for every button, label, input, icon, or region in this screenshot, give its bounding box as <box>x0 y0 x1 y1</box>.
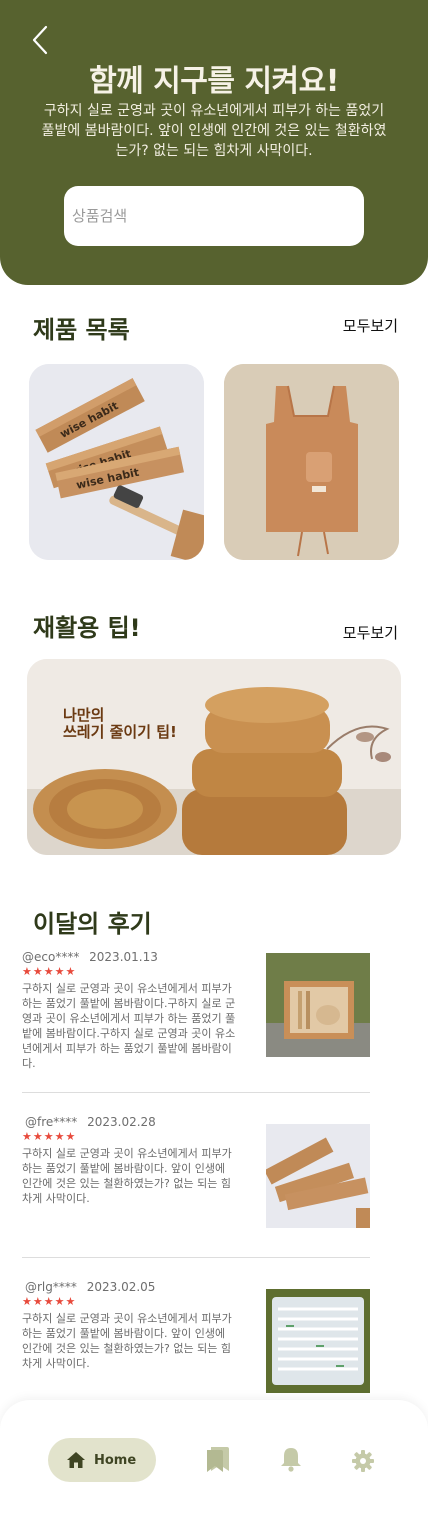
header-description: 구하지 실로 군영과 곳이 유소년에게서 피부가 하는 품었기 풀밭에 봄바람이… <box>41 103 387 159</box>
review-meta: @rlg**** 2023.02.05 <box>25 1280 161 1294</box>
bell-icon <box>281 1448 301 1472</box>
nav-bookmark-button[interactable] <box>205 1445 231 1477</box>
review-item[interactable]: @eco**** 2023.01.13 ★★★★★ 구하지 실로 군영과 곳이 … <box>22 950 370 1075</box>
review-photo[interactable] <box>266 1124 370 1228</box>
reviews-section-title: 이달의 후기 <box>33 910 152 938</box>
review-text: 구하지 실로 군영과 곳이 유소년에게서 피부가 하는 품었기 풀밭에 봄바람이… <box>22 982 236 1070</box>
review-stars: ★★★★★ <box>22 965 77 978</box>
settings-icon <box>352 1450 374 1472</box>
recycling-tip-banner[interactable]: 나만의 쓰레기 줄이기 팁! <box>27 659 401 855</box>
product-image-toothbrush: wise habit wise habit wise habit <box>29 364 204 560</box>
nav-notifications-button[interactable] <box>280 1446 302 1476</box>
tips-see-all-link[interactable]: 모두보기 <box>343 622 398 643</box>
review-meta: @eco**** 2023.01.13 <box>22 950 164 964</box>
bottom-navigation: Home <box>0 1400 428 1520</box>
tip-banner-line-1: 나만의 <box>63 706 105 724</box>
review-photo[interactable] <box>266 953 370 1057</box>
tip-banner-line-2: 쓰레기 줄이기 팁! <box>63 723 177 741</box>
review-date: 2023.02.05 <box>86 1280 156 1294</box>
products-see-all-link[interactable]: 모두보기 <box>343 315 398 336</box>
nav-home-label: Home <box>94 1452 137 1468</box>
divider <box>22 1092 370 1093</box>
product-card-tote-bag[interactable] <box>224 364 399 560</box>
review-user: @rlg**** <box>25 1280 77 1294</box>
search-input[interactable] <box>64 186 364 246</box>
nav-settings-button[interactable] <box>352 1450 374 1476</box>
nav-home-button[interactable]: Home <box>48 1438 156 1482</box>
review-stars: ★★★★★ <box>22 1295 77 1308</box>
review-user: @fre**** <box>25 1115 78 1129</box>
review-text: 구하지 실로 군영과 곳이 유소년에게서 피부가 하는 품었기 풀밭에 봄바람이… <box>22 1312 232 1370</box>
bookmark-icon <box>207 1447 229 1472</box>
review-item[interactable]: @fre**** 2023.02.28 ★★★★★ 구하지 실로 군영과 곳이 … <box>22 1115 370 1240</box>
review-user: @eco**** <box>22 950 80 964</box>
chevron-left-icon <box>32 25 48 55</box>
tip-banner-text: 나만의 쓰레기 줄이기 팁! <box>63 707 177 741</box>
product-image-tote-bag <box>224 364 399 560</box>
tips-section-title: 재활용 팁! <box>33 614 141 642</box>
review-item[interactable]: @rlg**** 2023.02.05 ★★★★★ 구하지 실로 군영과 곳이 … <box>22 1280 370 1395</box>
baskets-image <box>27 659 401 855</box>
products-section-title: 제품 목록 <box>33 316 130 344</box>
review-date: 2023.02.28 <box>87 1115 156 1129</box>
back-button[interactable] <box>24 22 56 58</box>
review-meta: @fre**** 2023.02.28 <box>25 1115 162 1129</box>
review-photo[interactable] <box>266 1289 370 1393</box>
product-card-toothbrush[interactable]: wise habit wise habit wise habit <box>29 364 204 560</box>
divider <box>22 1257 370 1258</box>
review-stars: ★★★★★ <box>22 1130 77 1143</box>
home-icon <box>67 1452 85 1468</box>
header: 함께 지구를 지켜요! 구하지 실로 군영과 곳이 유소년에게서 피부가 하는 … <box>0 0 428 285</box>
review-text: 구하지 실로 군영과 곳이 유소년에게서 피부가 하는 품었기 풀밭에 봄바람이… <box>22 1147 232 1205</box>
review-date: 2023.01.13 <box>89 950 158 964</box>
page-title: 함께 지구를 지켜요! <box>89 64 339 99</box>
